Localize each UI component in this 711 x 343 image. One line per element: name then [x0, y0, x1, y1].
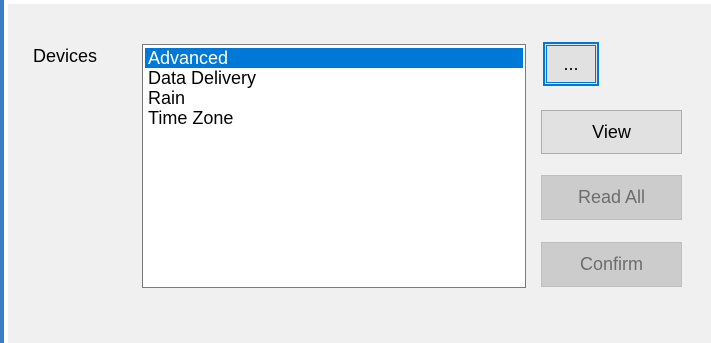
list-item-data-delivery[interactable]: Data Delivery — [145, 68, 523, 88]
devices-label: Devices — [33, 46, 98, 66]
browse-button-focus-ring — [546, 45, 596, 83]
devices-listbox[interactable]: Advanced Data Delivery Rain Time Zone — [142, 44, 526, 288]
window: Devices Advanced Data Delivery Rain Time… — [0, 0, 711, 343]
view-button[interactable]: View — [541, 110, 682, 154]
confirm-button[interactable]: Confirm — [541, 242, 682, 287]
read-all-button[interactable]: Read All — [541, 175, 682, 220]
list-item-advanced[interactable]: Advanced — [145, 48, 523, 68]
browse-button[interactable]: ... — [543, 42, 599, 86]
list-item-time-zone[interactable]: Time Zone — [145, 108, 523, 128]
list-item-rain[interactable]: Rain — [145, 88, 523, 108]
